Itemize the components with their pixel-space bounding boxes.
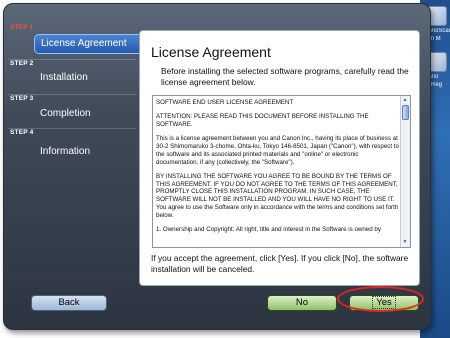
eula-paragraph: You agree to use the Software only in ac…	[156, 204, 399, 220]
eula-paragraph: This is a license agreement between you …	[156, 134, 399, 166]
scroll-up-icon[interactable]: ▲	[401, 97, 409, 104]
license-panel: License Agreement Before installing the …	[139, 30, 420, 286]
intro-text: Before installing the selected software …	[161, 66, 409, 87]
license-scrollbar[interactable]: ▲ ▼	[400, 96, 410, 247]
step-2-tag: STEP 2	[10, 60, 34, 67]
step-installation: Installation	[40, 72, 88, 83]
eula-paragraph: ATTENTION: PLEASE READ THIS DOCUMENT BEF…	[156, 112, 369, 128]
eula-paragraph: BY INSTALLING THE SOFTWARE YOU AGREE TO …	[156, 172, 398, 204]
scroll-down-icon[interactable]: ▼	[401, 239, 409, 246]
page-title: License Agreement	[151, 44, 271, 60]
step-label: License Agreement	[41, 38, 127, 49]
no-button[interactable]: No	[267, 295, 337, 311]
back-button[interactable]: Back	[31, 295, 107, 311]
installer-window: STEP 1 License Agreement STEP 2 Installa…	[3, 3, 431, 330]
step-3-tag: STEP 3	[10, 95, 34, 102]
scroll-thumb[interactable]	[402, 105, 409, 120]
yes-highlight-circle	[337, 286, 424, 312]
eula-paragraph: 1. Ownership and Copyright: All right, t…	[156, 226, 381, 234]
step-license-agreement: License Agreement	[34, 34, 142, 54]
step-information: Information	[40, 146, 91, 157]
steps-sidebar: STEP 1 License Agreement STEP 2 Installa…	[4, 4, 142, 294]
license-text: SOFTWARE END USER LICENSE AGREEMENT ATTE…	[156, 99, 400, 240]
eula-paragraph: SOFTWARE END USER LICENSE AGREEMENT	[156, 99, 294, 106]
accept-instructions: If you accept the agreement, click [Yes]…	[151, 253, 409, 274]
step-4-tag: STEP 4	[10, 129, 34, 136]
step-completion: Completion	[40, 108, 91, 119]
step-1-tag: STEP 1	[10, 24, 34, 31]
license-text-box[interactable]: SOFTWARE END USER LICENSE AGREEMENT ATTE…	[152, 95, 411, 248]
